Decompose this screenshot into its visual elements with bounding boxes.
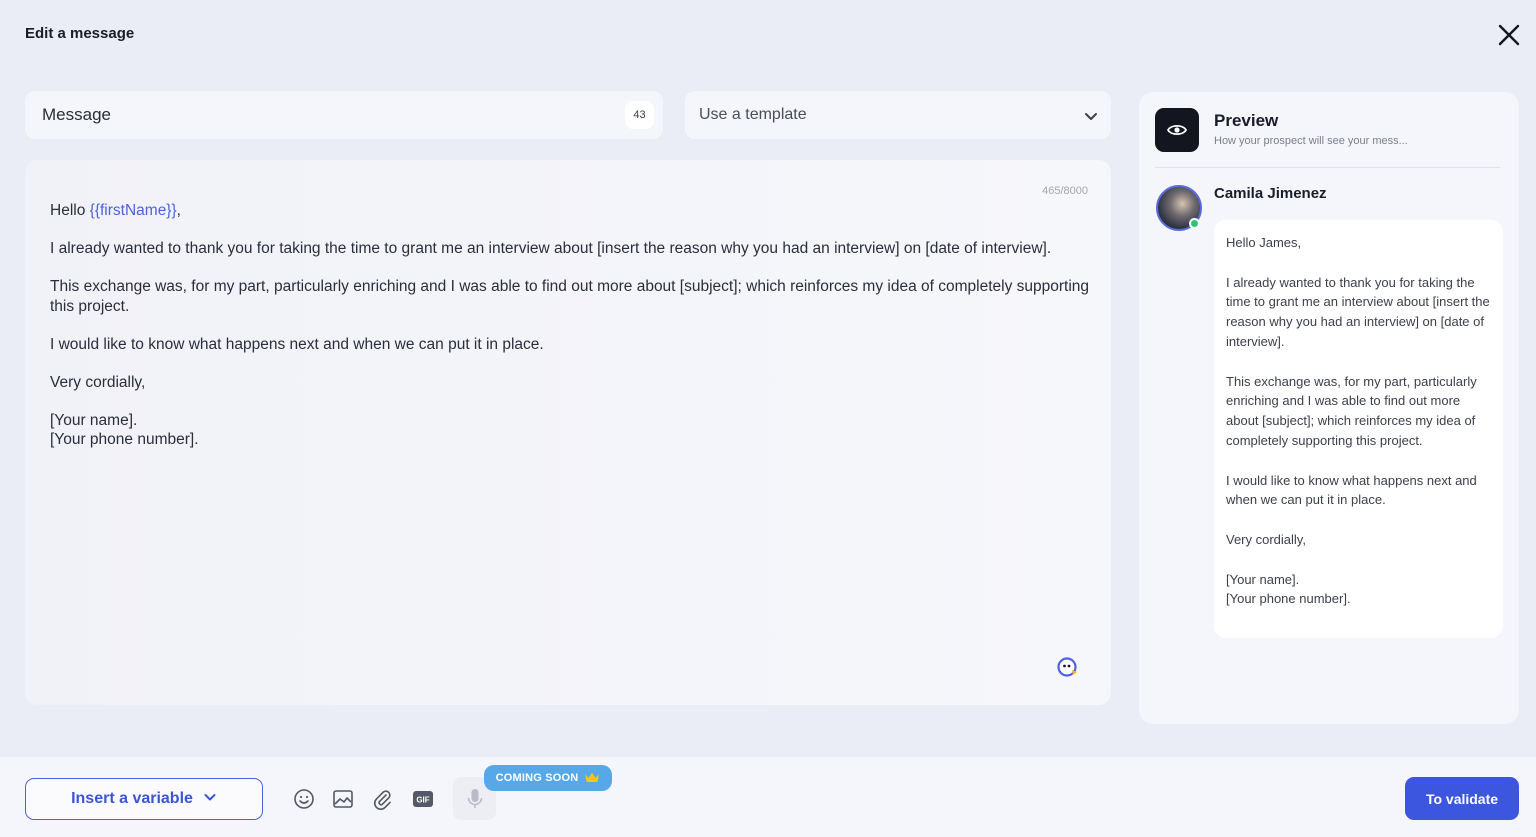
message-editor[interactable]: 465/8000 Hello {{firstName}}, I already … (25, 160, 1111, 705)
eye-icon (1155, 108, 1199, 152)
editor-paragraph: I already wanted to thank you for taking… (50, 240, 1052, 257)
bubble-paragraph: I would like to know what happens next a… (1226, 472, 1477, 508)
signature-line: [Your name]. (1226, 571, 1300, 587)
insert-variable-button[interactable]: Insert a variable (25, 778, 263, 820)
emoji-icon[interactable] (292, 787, 316, 811)
preview-panel: Preview How your prospect will see your … (1139, 92, 1519, 724)
contact-name: Camila Jimenez (1214, 185, 1327, 202)
editor-body[interactable]: Hello {{firstName}}, I already wanted to… (50, 201, 1090, 450)
chevron-down-icon (203, 790, 217, 809)
microphone-icon (467, 788, 482, 808)
template-select[interactable]: Use a template (685, 91, 1111, 139)
editor-signature: [Your name]. [Your phone number]. (50, 411, 1090, 450)
page-title: Edit a message (25, 25, 135, 42)
preview-divider (1155, 167, 1500, 168)
greeting-suffix: , (176, 202, 181, 219)
signature-line: [Your phone number]. (1226, 591, 1351, 607)
message-field[interactable]: Message 43 (25, 91, 663, 139)
preview-title: Preview (1214, 111, 1279, 130)
bubble-paragraph: This exchange was, for my part, particul… (1226, 373, 1477, 448)
bubble-paragraph: I already wanted to thank you for taking… (1226, 274, 1490, 349)
online-status-dot (1189, 218, 1200, 229)
variable-token[interactable]: {{firstName}} (90, 202, 177, 219)
insert-variable-label: Insert a variable (71, 790, 193, 807)
editor-paragraph: I would like to know what happens next a… (50, 335, 544, 353)
close-button[interactable] (1494, 20, 1524, 50)
bubble-paragraph: Very cordially, (1226, 531, 1306, 547)
editor-greeting: Hello {{firstName}}, (50, 201, 1090, 221)
bubble-greeting: Hello James, (1226, 235, 1302, 250)
ai-assistant-icon[interactable] (1056, 655, 1080, 679)
preview-subtitle: How your prospect will see your mess... (1214, 135, 1408, 147)
signature-line: [Your name]. (50, 411, 138, 429)
editor-paragraph: This exchange was, for my part, particul… (50, 278, 1090, 315)
message-label: Message (42, 105, 111, 124)
message-bubble: Hello James, I already wanted to thank y… (1214, 220, 1503, 638)
chevron-down-icon (1083, 108, 1099, 124)
bubble-signature: [Your name]. [Your phone number]. (1226, 570, 1492, 610)
gif-icon[interactable]: GIF (411, 787, 435, 811)
image-icon[interactable] (331, 787, 355, 811)
signature-line: [Your phone number]. (50, 431, 199, 448)
crown-icon (584, 771, 600, 786)
svg-text:GIF: GIF (416, 796, 429, 805)
bottom-toolbar: Insert a variable GIF COMING SOON To val… (0, 757, 1536, 837)
greeting-prefix: Hello (50, 202, 90, 219)
editor-paragraph: Very cordially, (50, 373, 146, 391)
message-count-badge: 43 (625, 101, 654, 129)
attachment-icon[interactable] (370, 787, 394, 811)
coming-soon-badge: COMING SOON (484, 765, 612, 791)
validate-button[interactable]: To validate (1405, 777, 1519, 820)
char-counter: 465/8000 (1042, 185, 1088, 197)
close-icon (1498, 24, 1520, 46)
template-select-label: Use a template (699, 106, 807, 123)
coming-soon-label: COMING SOON (495, 772, 579, 784)
